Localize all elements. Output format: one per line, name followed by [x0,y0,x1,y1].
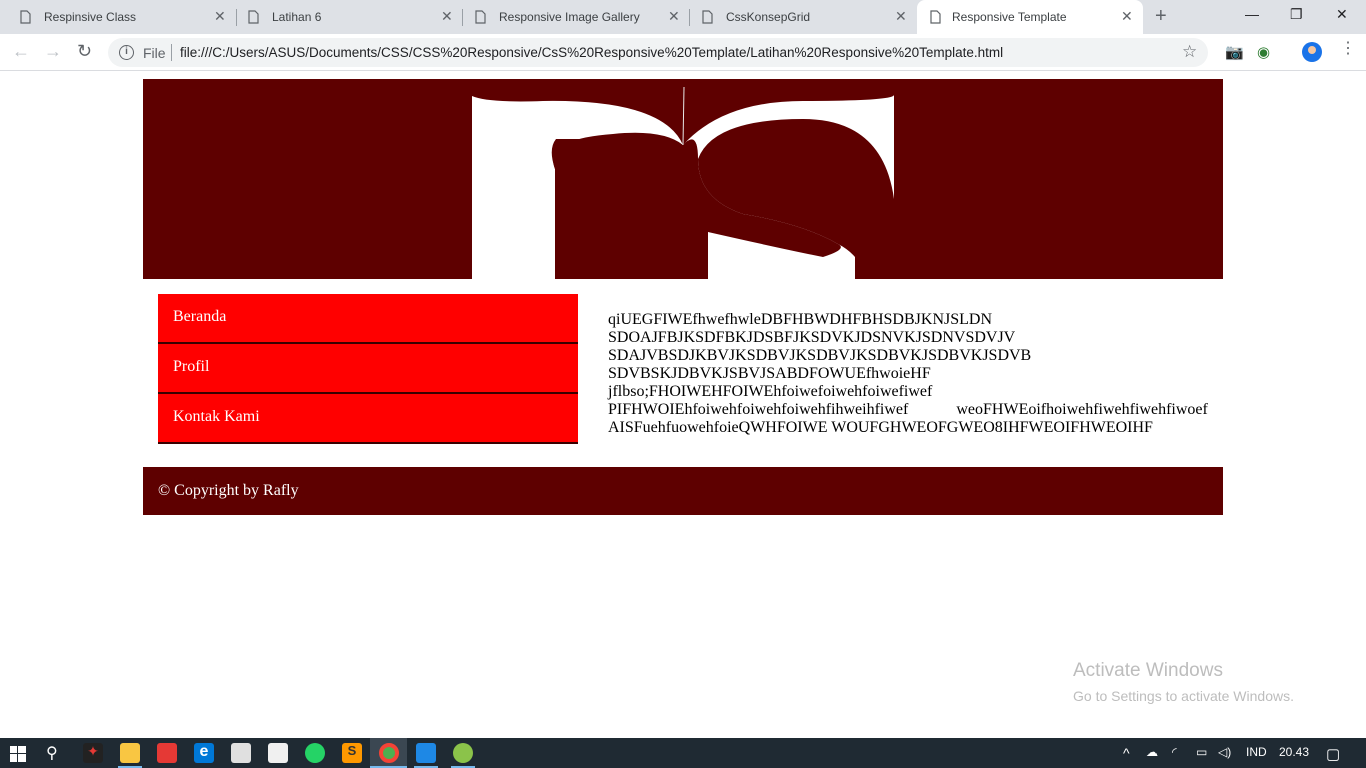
document-icon [475,10,486,24]
web-page: Beranda Profil Kontak Kami qiUEGFIWEfhwe… [0,72,1366,738]
omnibox-divider [171,44,172,61]
content-line: SDVBSKJDBVKJSBVJSABDFOWUEfhwoieHF [608,365,931,382]
document-icon [930,10,941,24]
whatsapp-icon[interactable] [305,743,325,763]
browser-tab[interactable]: Latihan 6 ✕ [228,0,462,34]
chrome-icon[interactable] [379,743,399,763]
camera-extension-icon[interactable]: 📷 [1225,43,1244,61]
globe-extension-icon[interactable]: ◉ [1257,43,1270,61]
browser-tab-strip: Respinsive Class ✕ Latihan 6 ✕ Responsiv… [0,0,1366,34]
clock-time[interactable]: 20.43 [1279,745,1309,759]
reload-icon[interactable]: ↻ [77,42,92,60]
speaker-icon[interactable]: ◁) [1218,745,1231,759]
browser-tab[interactable]: CssKonsepGrid ✕ [682,0,916,34]
close-tab-icon[interactable]: ✕ [668,9,680,23]
game-app-icon[interactable]: ✦ [83,743,103,763]
content-line: qiUEGFIWEfhwefhwleDBFHBWDHFBHSDBJKNJSLDN [608,311,992,328]
windows-start-icon[interactable] [10,746,26,762]
scheme-label: File [143,45,166,61]
close-tab-icon[interactable]: ✕ [1121,9,1133,23]
watermark-subtitle: Go to Settings to activate Windows. [1073,688,1294,704]
notifications-icon[interactable]: ▢ [1326,745,1340,763]
browser-tab[interactable]: Respinsive Class ✕ [0,0,236,34]
document-icon [248,10,259,24]
app-icon[interactable] [453,743,473,763]
content-line: jflbso;FHOIWEHFOIWEhfoiwefoiwehfoiwefiwe… [608,383,933,400]
banner-logo-graphic [472,79,894,279]
document-icon [20,10,31,24]
battery-icon[interactable]: ▭ [1196,745,1207,759]
address-bar[interactable]: i File file:///C:/Users/ASUS/Documents/C… [108,38,1208,67]
browser-tab-active[interactable]: Responsive Template ✕ [917,0,1143,34]
back-arrow-icon[interactable]: ← [12,42,30,60]
chevron-up-icon[interactable]: ^ [1123,745,1130,761]
content-line: AISFuehfuowehfoieQWHFOIWE WOUFGHWEOFGWEO… [608,419,1153,436]
tab-title: Responsive Template [952,10,1067,24]
wifi-icon[interactable]: ◜ [1172,745,1177,759]
document-icon [702,10,713,24]
main-content-text: qiUEGFIWEfhwefhwleDBFHBWDHFBHSDBJKNJSLDN… [608,311,1218,437]
language-indicator[interactable]: IND [1246,745,1267,759]
tab-title: Latihan 6 [272,10,322,24]
vscode-icon[interactable] [416,743,436,763]
forward-arrow-icon[interactable]: → [44,42,62,60]
menu-item-kontak-kami[interactable]: Kontak Kami [158,394,578,444]
menu-item-beranda[interactable]: Beranda [158,294,578,344]
close-tab-icon[interactable]: ✕ [895,9,907,23]
gift-app-icon[interactable] [157,743,177,763]
edge-browser-icon[interactable]: e [194,743,214,763]
tab-title: Respinsive Class [44,10,137,24]
close-tab-icon[interactable]: ✕ [441,9,453,23]
watermark-title: Activate Windows [1073,660,1223,681]
page-footer: © Copyright by Rafly [143,467,1223,515]
browser-toolbar: ← → ↻ i File file:///C:/Users/ASUS/Docum… [0,34,1366,71]
content-line: SDAJVBSDJKBVJKSDBVJKSDBVJKSDBVKJSDBVKJSD… [608,347,1032,364]
activate-windows-watermark: Activate Windows Go to Settings to activ… [1073,660,1294,704]
file-explorer-icon[interactable] [120,743,140,763]
site-info-icon[interactable]: i [119,45,134,60]
bookmark-star-icon[interactable]: ☆ [1182,42,1197,62]
close-tab-icon[interactable]: ✕ [214,9,226,23]
restore-icon[interactable]: ❐ [1290,6,1303,23]
new-tab-button[interactable]: + [1155,6,1167,26]
weather-cloud-icon[interactable]: ☁ [1146,745,1158,759]
minimize-icon[interactable]: — [1245,6,1259,22]
store-icon[interactable] [268,743,288,763]
tab-title: Responsive Image Gallery [499,10,640,24]
menu-kebab-icon[interactable]: ⋮ [1340,41,1356,57]
windows-taskbar: ⚲ ✦ e S ^ ☁ ◜ ▭ ◁) IND 20.43 ▢ [0,738,1366,768]
header-banner [143,79,1223,279]
content-line: PIFHWOIEhfoiwehfoiwehfoiwehfihweihfiwef … [608,401,1208,418]
search-icon[interactable]: ⚲ [46,743,58,763]
url-text[interactable]: file:///C:/Users/ASUS/Documents/CSS/CSS%… [180,45,1003,60]
browser-tab[interactable]: Responsive Image Gallery ✕ [455,0,689,34]
mail-icon[interactable] [231,743,251,763]
content-line: SDOAJFBJKSDFBKJDSBFJKSDVKJDSNVKJSDNVSDVJ… [608,329,1016,346]
close-window-icon[interactable]: ✕ [1336,6,1348,23]
side-menu: Beranda Profil Kontak Kami [158,294,578,444]
tab-title: CssKonsepGrid [726,10,811,24]
profile-avatar[interactable] [1302,42,1322,62]
sublime-text-icon[interactable]: S [342,743,362,763]
menu-item-profil[interactable]: Profil [158,344,578,394]
